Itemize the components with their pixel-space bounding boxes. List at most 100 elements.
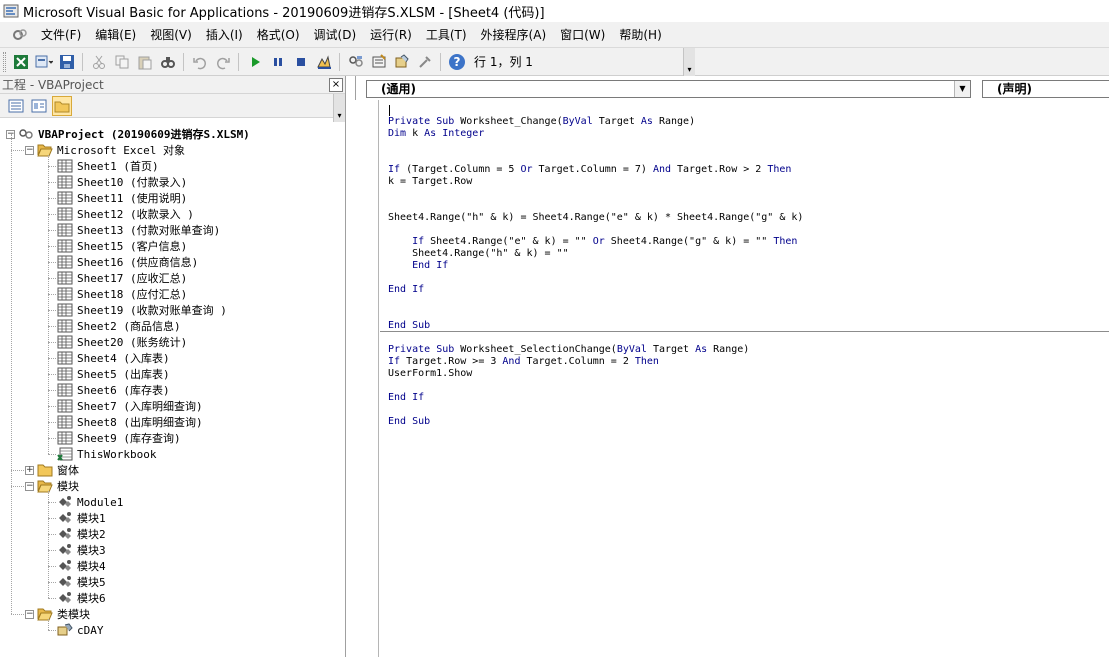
tree-item-module[interactable]: 模块2 (57, 526, 106, 542)
menu-window[interactable]: 窗口(W) (553, 25, 612, 45)
tree-item-sheet[interactable]: Sheet16 (供应商信息) (57, 254, 198, 270)
collapse-icon[interactable]: − (25, 145, 34, 155)
code-line[interactable]: Private Sub Worksheet_SelectionChange(By… (388, 344, 1108, 356)
menu-tools[interactable]: 工具(T) (419, 25, 474, 45)
procedure-combo[interactable]: (声明) (982, 80, 1109, 98)
tree-item-module[interactable]: 模块3 (57, 542, 106, 558)
run-icon[interactable] (244, 51, 265, 72)
object-browser-icon[interactable] (391, 51, 412, 72)
design-mode-icon[interactable] (313, 51, 334, 72)
toggle-folders-icon[interactable] (52, 95, 72, 116)
menu-addins[interactable]: 外接程序(A) (474, 25, 554, 45)
tree-item-sheet[interactable]: Sheet12 (收款录入 ) (57, 206, 194, 222)
toolbar-grip[interactable] (3, 51, 6, 72)
reset-icon[interactable] (290, 51, 311, 72)
tree-item-module[interactable]: 模块5 (57, 574, 106, 590)
chevron-down-icon[interactable]: ▼ (954, 81, 970, 97)
code-line[interactable]: Sheet4.Range("h" & k) = Sheet4.Range("e"… (388, 212, 1108, 224)
code-line[interactable] (388, 272, 1108, 284)
code-line[interactable]: If Sheet4.Range("e" & k) = "" Or Sheet4.… (388, 236, 1108, 248)
tree-folder-modules[interactable]: − 模块 (25, 478, 79, 494)
code-line[interactable]: End If (388, 260, 1108, 272)
tree-item-sheet[interactable]: Sheet4 (入库表) (57, 350, 170, 366)
insert-module-icon[interactable] (33, 51, 54, 72)
excel-view-icon[interactable] (10, 51, 31, 72)
collapse-icon[interactable]: − (25, 609, 34, 619)
object-combo[interactable]: (通用) ▼ (366, 80, 971, 98)
close-icon[interactable]: × (329, 77, 343, 92)
code-line[interactable] (388, 200, 1108, 212)
help-icon[interactable]: ? (446, 51, 467, 72)
save-icon[interactable] (56, 51, 77, 72)
tree-item-sheet[interactable]: Sheet6 (库存表) (57, 382, 170, 398)
collapse-icon[interactable]: − (25, 481, 34, 491)
menu-file[interactable]: 文件(F) (34, 25, 88, 45)
code-line[interactable]: If (Target.Column = 5 Or Target.Column =… (388, 164, 1108, 176)
tree-item-sheet[interactable]: Sheet7 (入库明细查询) (57, 398, 203, 414)
tree-item-sheet[interactable]: Sheet5 (出库表) (57, 366, 170, 382)
tree-item-sheet[interactable]: Sheet10 (付款录入) (57, 174, 187, 190)
project-toolbar-chevron-icon[interactable]: ▾ (333, 94, 345, 122)
code-line[interactable]: End If (388, 392, 1108, 404)
tree-item-module[interactable]: 模块6 (57, 590, 106, 606)
toolbar-overflow-chevron-icon[interactable]: ▾ (683, 48, 695, 76)
code-line[interactable] (388, 188, 1108, 200)
code-line[interactable]: Sheet4.Range("h" & k) = "" (388, 248, 1108, 260)
code-line[interactable] (388, 104, 1108, 116)
menu-insert[interactable]: 插入(I) (199, 25, 250, 45)
tree-folder-class-modules[interactable]: − 类模块 (25, 606, 90, 622)
tree-item-sheet[interactable]: Sheet11 (使用说明) (57, 190, 187, 206)
code-line[interactable] (388, 308, 1108, 320)
code-editor[interactable]: Private Sub Worksheet_Change(ByVal Targe… (388, 104, 1108, 428)
tree-item-module[interactable]: Module1 (57, 494, 123, 510)
menu-view[interactable]: 视图(V) (143, 25, 199, 45)
code-line[interactable]: Private Sub Worksheet_Change(ByVal Targe… (388, 116, 1108, 128)
menu-help[interactable]: 帮助(H) (612, 25, 668, 45)
project-explorer-icon[interactable] (345, 51, 366, 72)
redo-icon[interactable] (212, 51, 233, 72)
tree-item-sheet[interactable]: Sheet8 (出库明细查询) (57, 414, 203, 430)
tree-item-module[interactable]: 模块4 (57, 558, 106, 574)
code-line[interactable] (388, 380, 1108, 392)
code-line[interactable]: k = Target.Row (388, 176, 1108, 188)
break-icon[interactable] (267, 51, 288, 72)
tree-item-sheet[interactable]: Sheet13 (付款对账单查询) (57, 222, 220, 238)
code-line[interactable]: Dim k As Integer (388, 128, 1108, 140)
tree-item-sheet[interactable]: Sheet18 (应付汇总) (57, 286, 187, 302)
menu-debug[interactable]: 调试(D) (307, 25, 364, 45)
code-line[interactable] (388, 404, 1108, 416)
code-line[interactable] (388, 140, 1108, 152)
tree-folder-forms[interactable]: + 窗体 (25, 462, 79, 478)
code-line[interactable] (388, 152, 1108, 164)
cut-icon[interactable] (88, 51, 109, 72)
code-line[interactable] (388, 296, 1108, 308)
code-line[interactable]: End If (388, 284, 1108, 296)
tree-item-sheet[interactable]: Sheet1 (首页) (57, 158, 159, 174)
menu-format[interactable]: 格式(O) (250, 25, 307, 45)
tree-item-sheet[interactable]: Sheet19 (收款对账单查询 ) (57, 302, 227, 318)
tree-item-thisworkbook[interactable]: ThisWorkbook (57, 446, 156, 462)
paste-icon[interactable] (134, 51, 155, 72)
copy-icon[interactable] (111, 51, 132, 72)
vba-menu-icon[interactable] (12, 27, 28, 43)
code-margin-indicator-bar[interactable] (355, 100, 379, 657)
code-line[interactable]: UserForm1.Show (388, 368, 1108, 380)
undo-icon[interactable] (189, 51, 210, 72)
code-line[interactable]: End Sub (388, 416, 1108, 428)
menu-edit[interactable]: 编辑(E) (88, 25, 143, 45)
tree-item-module[interactable]: 模块1 (57, 510, 106, 526)
view-object-icon[interactable] (29, 96, 49, 116)
tree-item-sheet[interactable]: Sheet15 (客户信息) (57, 238, 187, 254)
toolbox-icon[interactable] (414, 51, 435, 72)
properties-icon[interactable] (368, 51, 389, 72)
code-line[interactable]: If Target.Row >= 3 And Target.Column = 2… (388, 356, 1108, 368)
tree-item-sheet[interactable]: Sheet20 (账务统计) (57, 334, 187, 350)
view-code-icon[interactable] (6, 96, 26, 116)
tree-item-sheet[interactable]: Sheet17 (应收汇总) (57, 270, 187, 286)
find-icon[interactable] (157, 51, 178, 72)
tree-item-class-module[interactable]: cDAY (57, 622, 104, 638)
menu-run[interactable]: 运行(R) (363, 25, 419, 45)
expand-icon[interactable]: + (25, 465, 34, 475)
tree-item-sheet[interactable]: Sheet9 (库存查询) (57, 430, 181, 446)
tree-item-sheet[interactable]: Sheet2 (商品信息) (57, 318, 181, 334)
